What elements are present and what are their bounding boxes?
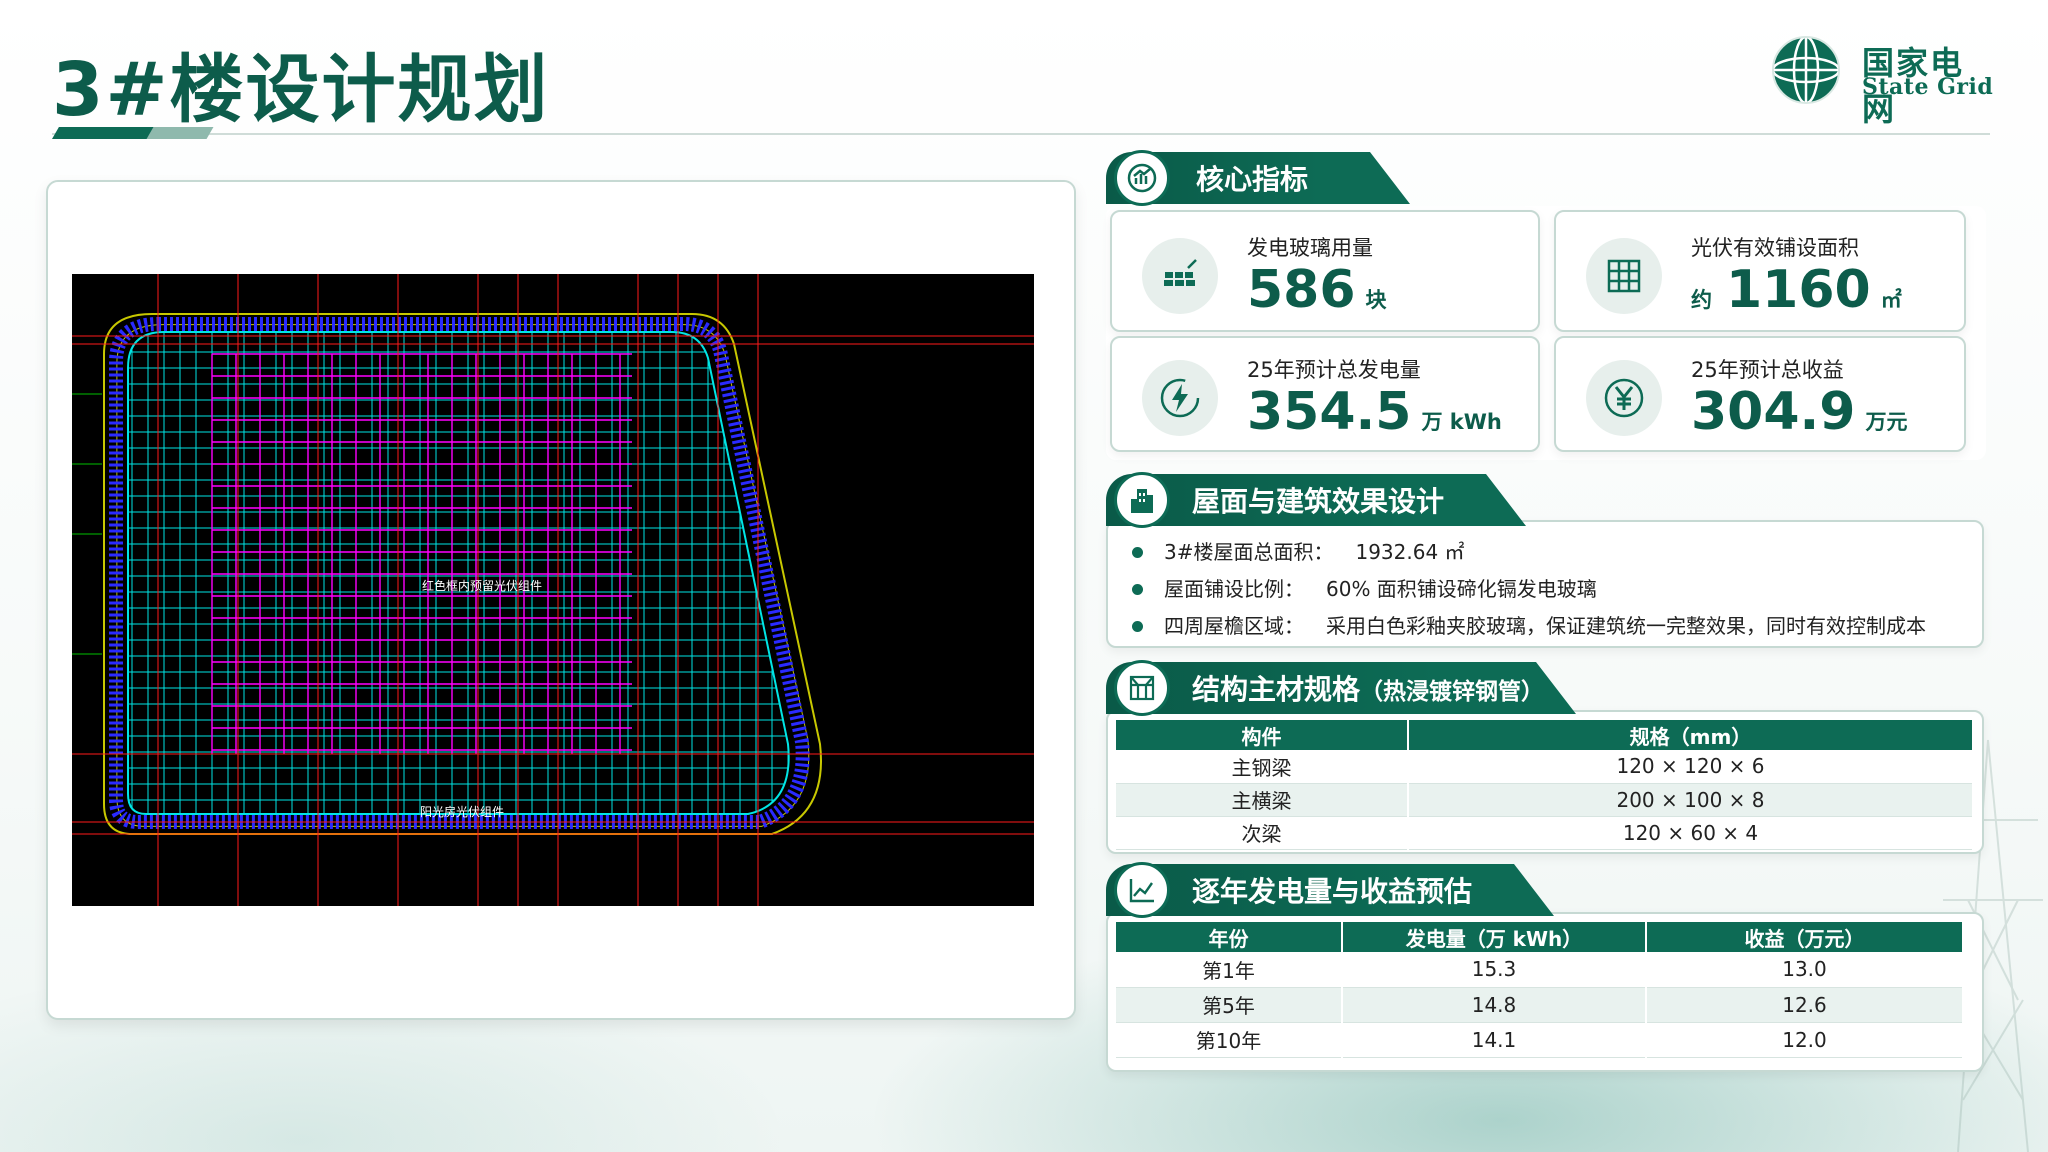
list-item: 屋面铺设比例： 60% 面积铺设碲化镉发电玻璃 <box>1108 571 1926 608</box>
column-header: 构件 <box>1116 720 1409 750</box>
metric-number: 304.9 <box>1691 382 1856 442</box>
metric-card-revenue: 25年预计总收益 304.9 万元 <box>1554 336 1966 452</box>
column-header: 规格（mm） <box>1408 720 1974 750</box>
table-row: 次梁 120 × 60 × 4 <box>1116 816 1974 850</box>
grid-icon <box>1586 238 1662 314</box>
bullet-key: 屋面铺设比例： <box>1164 577 1304 601</box>
table-cell: 14.1 <box>1342 1022 1647 1058</box>
core-metrics-grid: 发电玻璃用量 586 块 光伏有效铺设面积 约 1160 ㎡ 25年预计总发电量 35… <box>1106 206 1986 460</box>
solar-panel-icon <box>1142 238 1218 314</box>
state-grid-logo: 国家电网 State Grid <box>1770 34 1996 128</box>
metric-value: 304.9 万元 <box>1691 382 1907 442</box>
bullet-key: 3#楼屋面总面积： <box>1164 540 1334 564</box>
table-row: 主横梁 200 × 100 × 8 <box>1116 783 1974 817</box>
roof-card: 3#楼屋面总面积： 1932.64 ㎡ 屋面铺设比例： 60% 面积铺设碲化镉发电玻… <box>1106 520 1984 648</box>
table-header-row: 构件 规格（mm） <box>1116 720 1974 750</box>
table-cell: 14.8 <box>1342 987 1647 1023</box>
metric-unit: ㎡ <box>1880 288 1902 312</box>
globe-logo-icon <box>1771 35 1841 105</box>
title-accent-bar <box>52 127 159 139</box>
table-cell: 主钢梁 <box>1116 750 1409 784</box>
table-row: 主钢梁 120 × 120 × 6 <box>1116 750 1974 784</box>
metric-label: 25年预计总发电量 <box>1247 358 1421 382</box>
table-cell: 12.6 <box>1646 987 1964 1023</box>
metric-card-area: 光伏有效铺设面积 约 1160 ㎡ <box>1554 210 1966 332</box>
bullet-value: 采用白色彩釉夹胶玻璃，保证建筑统一完整效果，同时有效控制成本 <box>1326 614 1926 638</box>
bullet-value: 1932.64 ㎡ <box>1355 540 1465 564</box>
metric-unit: 块 <box>1365 288 1387 312</box>
yuan-icon <box>1586 360 1662 436</box>
metric-label: 发电玻璃用量 <box>1247 236 1373 260</box>
table-cell: 15.3 <box>1342 952 1647 988</box>
metric-number: 586 <box>1247 260 1356 320</box>
drawing-label-top: 红色框内预留光伏组件 <box>422 578 542 593</box>
metric-card-energy: 25年预计总发电量 354.5 万 kWh <box>1110 336 1540 452</box>
yearly-card: 年份 发电量（万 kWh） 收益（万元） 第1年 15.3 13.0 第5年 1… <box>1106 912 1984 1072</box>
list-item: 四周屋檐区域： 采用白色彩釉夹胶玻璃，保证建筑统一完整效果，同时有效控制成本 <box>1108 608 1926 645</box>
metric-unit: 万 kWh <box>1421 410 1502 434</box>
metric-value: 586 块 <box>1247 260 1387 320</box>
chart-icon <box>1114 150 1170 206</box>
list-item: 3#楼屋面总面积： 1932.64 ㎡ <box>1108 534 1926 571</box>
table-cell: 第5年 <box>1116 987 1343 1023</box>
yearly-title: 逐年发电量与收益预估 <box>1192 875 1473 908</box>
table-row: 第10年 14.1 12.0 <box>1116 1022 1964 1058</box>
structure-table: 构件 规格（mm） 主钢梁 120 × 120 × 6 主横梁 200 × 10… <box>1116 720 1974 850</box>
core-title: 核心指标 <box>1196 163 1309 196</box>
column-header: 收益（万元） <box>1646 922 1964 952</box>
metric-value: 约 1160 ㎡ <box>1691 260 1902 320</box>
roof-layout-drawing: 红色框内预留光伏组件阳光房光伏组件 <box>72 274 1034 906</box>
structure-card: 构件 规格（mm） 主钢梁 120 × 120 × 6 主横梁 200 × 10… <box>1106 710 1984 854</box>
drawing-label-bottom: 阳光房光伏组件 <box>420 804 504 819</box>
metric-label: 25年预计总收益 <box>1691 358 1844 382</box>
table-cell: 120 × 60 × 4 <box>1408 816 1974 850</box>
table-cell: 次梁 <box>1116 816 1409 850</box>
lightning-icon <box>1142 360 1218 436</box>
metric-value: 354.5 万 kWh <box>1247 382 1502 442</box>
table-cell: 主横梁 <box>1116 783 1409 817</box>
metric-label: 光伏有效铺设面积 <box>1691 236 1859 260</box>
metric-number: 354.5 <box>1247 382 1412 442</box>
table-cell: 第1年 <box>1116 952 1343 988</box>
building-icon <box>1114 472 1170 528</box>
table-row: 第5年 14.8 12.6 <box>1116 987 1964 1023</box>
column-header: 发电量（万 kWh） <box>1342 922 1647 952</box>
bullet-key: 四周屋檐区域： <box>1164 614 1304 638</box>
metric-prefix: 约 <box>1691 288 1712 312</box>
structure-title-main: 结构主材规格 <box>1192 673 1361 706</box>
metric-unit: 万元 <box>1865 410 1908 434</box>
roof-boundary <box>127 331 790 815</box>
table-header-row: 年份 发电量（万 kWh） 收益（万元） <box>1116 922 1964 952</box>
metric-card-glass: 发电玻璃用量 586 块 <box>1110 210 1540 332</box>
structure-title: 结构主材规格（热浸镀锌钢管） <box>1192 668 1544 708</box>
structure-title-sub: （热浸镀锌钢管） <box>1360 679 1545 705</box>
column-header: 年份 <box>1116 922 1343 952</box>
title-accent-bar-light <box>146 127 214 139</box>
bullet-value: 60% 面积铺设碲化镉发电玻璃 <box>1326 577 1597 601</box>
table-cell: 200 × 100 × 8 <box>1408 783 1974 817</box>
table-cell: 第10年 <box>1116 1022 1343 1058</box>
page-title: 3#楼设计规划 <box>52 47 550 133</box>
eave-hatch-band <box>109 317 810 829</box>
structure-icon <box>1114 660 1170 716</box>
table-row: 第1年 15.3 13.0 <box>1116 952 1964 988</box>
table-cell: 120 × 120 × 6 <box>1408 750 1974 784</box>
trend-icon <box>1114 862 1170 918</box>
yearly-table: 年份 发电量（万 kWh） 收益（万元） 第1年 15.3 13.0 第5年 1… <box>1116 922 1964 1058</box>
roof-bullet-list: 3#楼屋面总面积： 1932.64 ㎡ 屋面铺设比例： 60% 面积铺设碲化镉发电玻… <box>1108 534 1926 645</box>
logo-text-en: State Grid <box>1862 74 1994 100</box>
title-divider <box>52 133 1990 135</box>
roof-title: 屋面与建筑效果设计 <box>1192 485 1445 518</box>
table-cell: 12.0 <box>1646 1022 1964 1058</box>
table-cell: 13.0 <box>1646 952 1964 988</box>
metric-number: 1160 <box>1726 260 1871 320</box>
